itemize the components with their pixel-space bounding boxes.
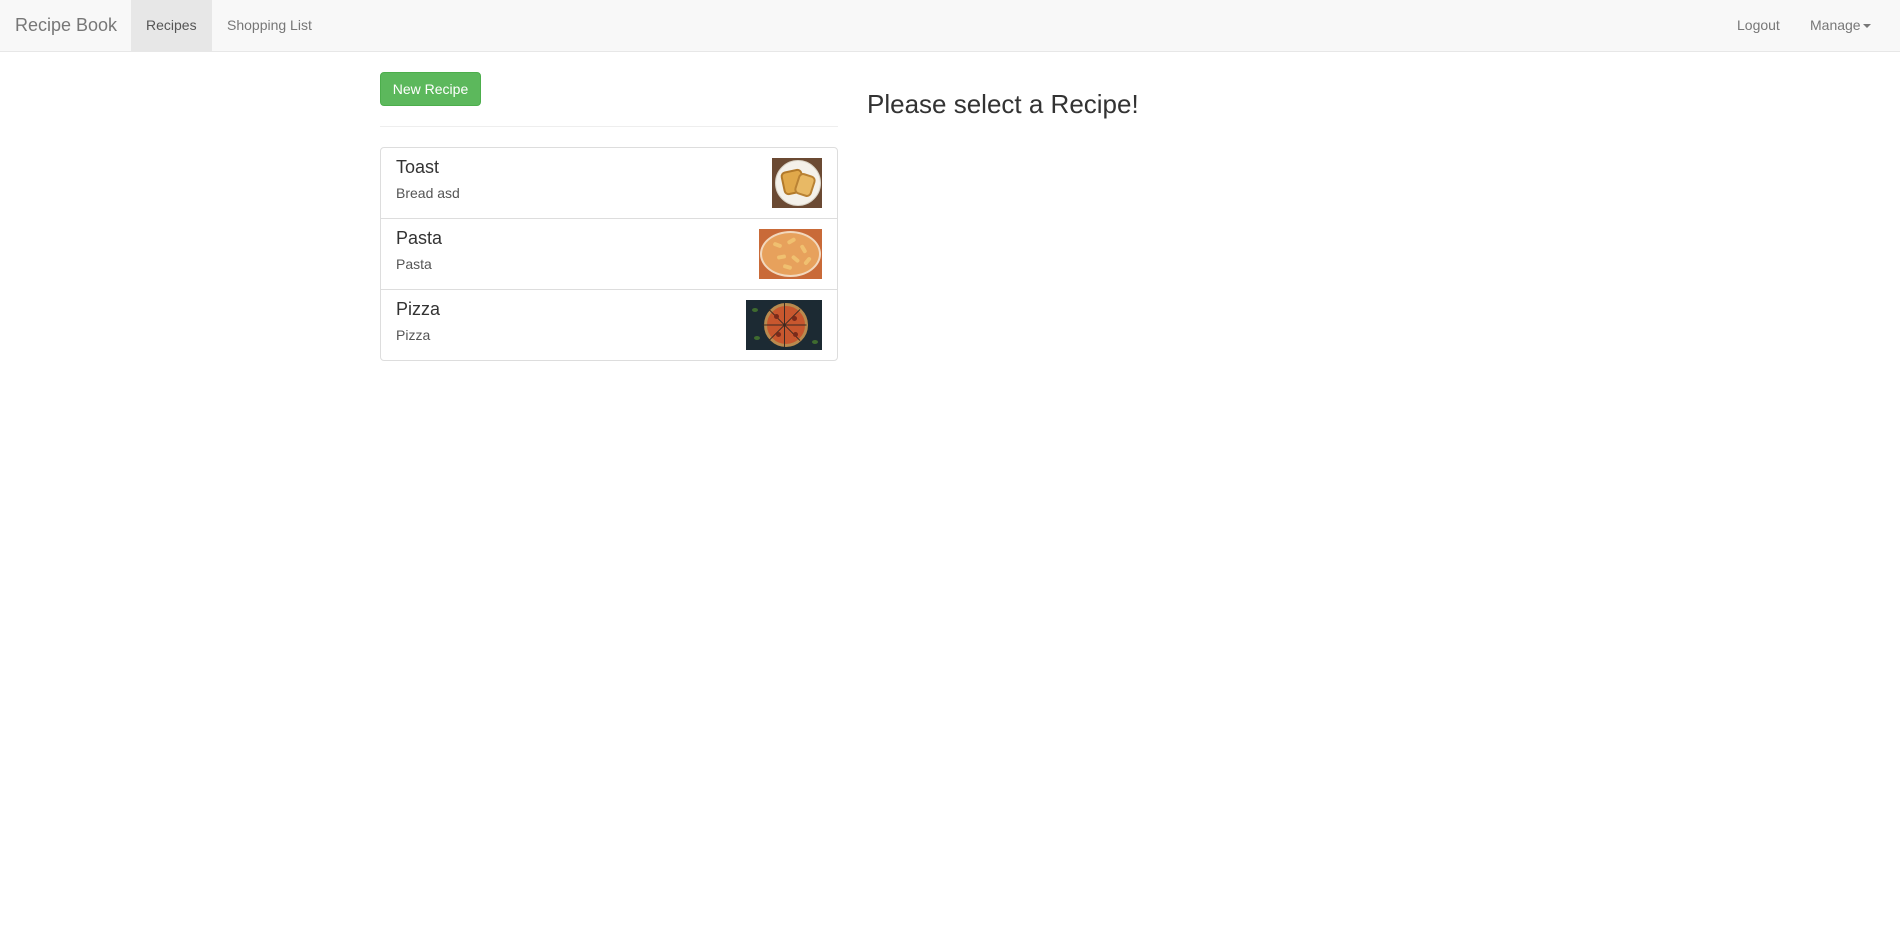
- recipe-name: Pizza: [396, 299, 441, 319]
- navbar: Recipe Book Recipes Shopping List Logout…: [0, 0, 1900, 52]
- recipe-description: Bread asd: [396, 185, 460, 201]
- recipe-thumbnail-pizza: [746, 300, 822, 350]
- select-recipe-message: Please select a Recipe!: [867, 89, 1139, 119]
- manage-dropdown-label: Manage: [1810, 17, 1861, 33]
- recipe-item-toast[interactable]: Toast Bread asd: [380, 147, 838, 219]
- recipe-description: Pizza: [396, 327, 431, 343]
- recipe-item-pizza[interactable]: Pizza Pizza: [380, 289, 838, 361]
- recipe-name: Toast: [396, 157, 440, 177]
- recipe-item-pasta[interactable]: Pasta Pasta: [380, 218, 838, 290]
- divider: [380, 126, 838, 127]
- recipe-name: Pasta: [396, 228, 443, 248]
- recipe-list: Toast Bread asd Pasta Pasta Pizza Pizza: [380, 147, 838, 361]
- new-recipe-button[interactable]: New Recipe: [380, 72, 481, 106]
- nav-logout[interactable]: Logout: [1722, 0, 1795, 51]
- recipe-thumbnail-pasta: [759, 229, 822, 279]
- recipe-thumbnail-toast: [772, 158, 822, 208]
- recipe-description: Pasta: [396, 256, 432, 272]
- nav-shopping-list[interactable]: Shopping List: [212, 0, 327, 51]
- nav-recipes[interactable]: Recipes: [131, 0, 212, 51]
- brand-link[interactable]: Recipe Book: [0, 0, 132, 51]
- caret-down-icon: [1862, 24, 1871, 29]
- manage-dropdown[interactable]: Manage: [1795, 0, 1886, 51]
